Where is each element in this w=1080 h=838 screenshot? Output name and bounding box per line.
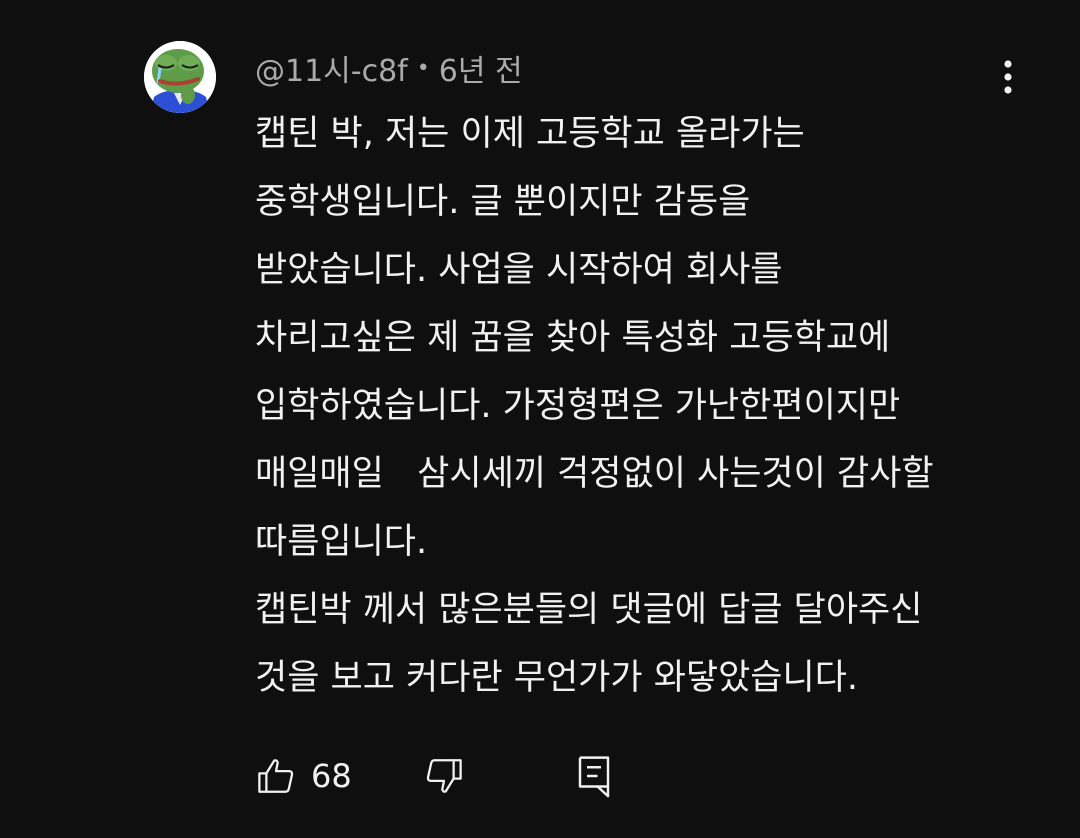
author-handle[interactable]: @11시-c8f	[255, 46, 408, 90]
like-button[interactable]: 68	[255, 752, 352, 800]
comment-text-line: 입학하였습니다. 가정형편은 가난한편이지만	[255, 386, 901, 426]
thumbs-up-icon	[258, 759, 294, 793]
avatar[interactable]	[144, 41, 216, 113]
pepe-frog-avatar-icon	[144, 41, 216, 113]
comment-actions: 68	[255, 744, 675, 808]
comment-text-line: 것을 보고 커다란 무언가가 와닿았습니다.	[255, 658, 859, 698]
comment-thread: @11시-c8f • 6년 전 캡틴 박, 저는 이제 고등학교 올라가는 중학…	[0, 0, 1080, 838]
meta-separator: •	[416, 55, 430, 81]
comment-timestamp[interactable]: 6년 전	[439, 46, 523, 90]
thumbs-down-icon	[426, 759, 462, 793]
like-count: 68	[311, 757, 352, 795]
comment-text-line: 캡틴 박, 저는 이제 고등학교 올라가는	[255, 114, 805, 154]
reply-comment-icon	[578, 756, 610, 798]
reply-button[interactable]	[573, 752, 615, 800]
comment-text-line: 따름입니다.	[255, 522, 428, 562]
comment-text-line: 중학생입니다. 글 뿐이지만 감동을	[255, 182, 751, 222]
comment-text-line: 차리고싶은 제 꿈을 찾아 특성화 고등학교에	[255, 318, 891, 358]
comment-text: 캡틴 박, 저는 이제 고등학교 올라가는 중학생입니다. 글 뿐이지만 감동을…	[255, 100, 1055, 712]
comment-menu-button[interactable]	[988, 52, 1028, 102]
dislike-button[interactable]	[423, 752, 465, 800]
comment-text-line: 받았습니다. 사업을 시작하여 회사를	[255, 250, 783, 290]
comment-text-line: 캡틴박 께서 많은분들의 댓글에 답글 달아주신	[255, 590, 923, 630]
comment-meta: @11시-c8f • 6년 전	[255, 46, 523, 90]
more-vertical-icon	[1004, 60, 1012, 94]
comment-text-line: 매일매일 삼시세끼 걱정없이 사는것이 감사할	[255, 454, 934, 494]
